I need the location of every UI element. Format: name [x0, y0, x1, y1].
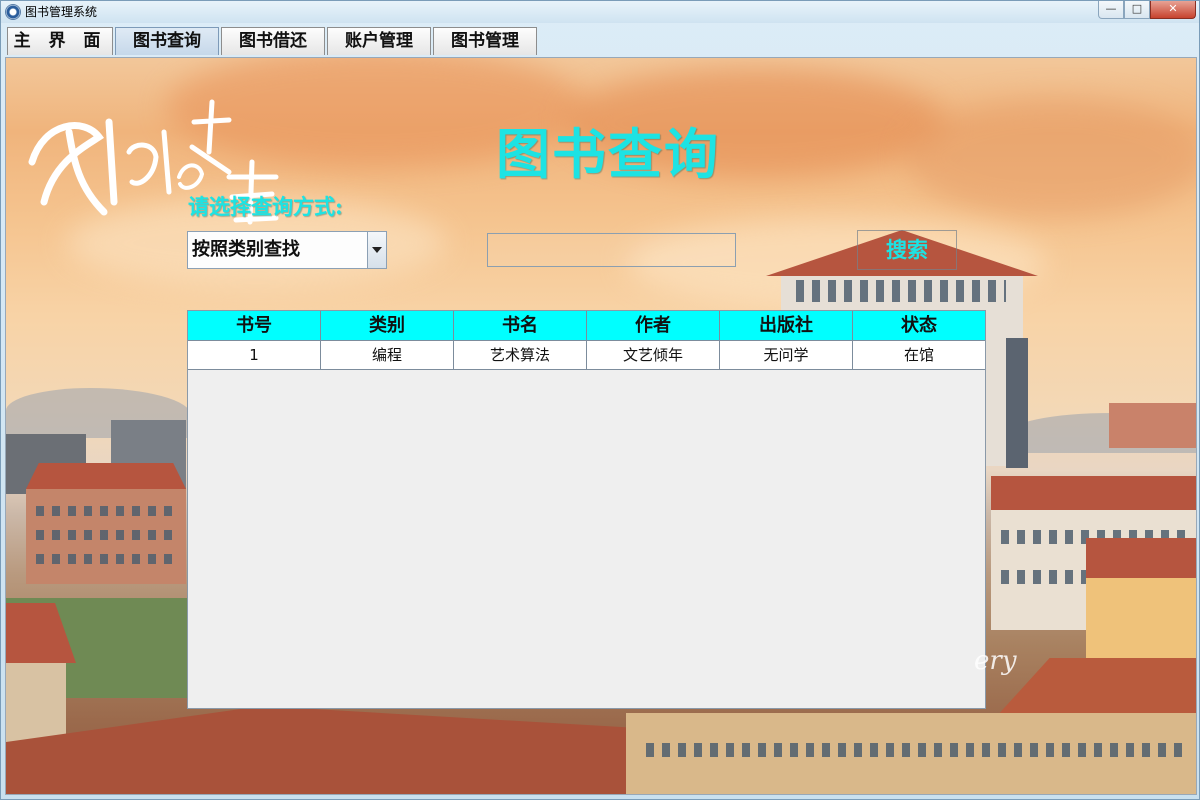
- maximize-button[interactable]: □: [1124, 1, 1150, 19]
- minimize-button[interactable]: —: [1098, 1, 1124, 19]
- tab-account-management[interactable]: 账户管理: [327, 27, 431, 55]
- app-window: 图书管理系统 — □ ✕ 主 界 面 图书查询 图书借还 账户管理 图书管理 图…: [0, 0, 1200, 800]
- query-mode-select[interactable]: 按照类别查找: [187, 231, 387, 269]
- cell-book-id[interactable]: 1: [188, 341, 321, 370]
- cell-publisher[interactable]: 无问学: [720, 341, 853, 370]
- page-title: 图书查询: [496, 122, 720, 186]
- tab-book-borrow-return[interactable]: 图书借还: [221, 27, 325, 55]
- query-mode-label: 请选择查询方式:: [188, 194, 343, 219]
- cell-status[interactable]: 在馆: [853, 341, 985, 370]
- column-header-author[interactable]: 作者: [587, 311, 720, 341]
- chevron-down-icon[interactable]: [367, 232, 386, 268]
- search-button[interactable]: 搜索: [857, 230, 957, 270]
- window-title: 图书管理系统: [25, 5, 98, 19]
- column-header-publisher[interactable]: 出版社: [720, 311, 853, 341]
- tab-book-management[interactable]: 图书管理: [433, 27, 537, 55]
- title-bar[interactable]: 图书管理系统 — □ ✕: [1, 1, 1199, 23]
- search-input[interactable]: [487, 233, 736, 267]
- tab-home[interactable]: 主 界 面: [7, 27, 113, 55]
- cell-author[interactable]: 文艺倾年: [587, 341, 720, 370]
- results-table: 书号 类别 书名 作者 出版社 状态 1 编程 艺术算法 文艺倾年 无问学 在馆: [187, 310, 986, 709]
- query-mode-value: 按照类别查找: [192, 239, 300, 260]
- query-panel: 图书查询 请选择查询方式: 按照类别查找 搜索 书号 类别 书名 作者 出版社 …: [5, 57, 1197, 795]
- column-header-title[interactable]: 书名: [454, 311, 587, 341]
- column-header-category[interactable]: 类别: [321, 311, 454, 341]
- signature-decoration: ery: [974, 646, 1017, 676]
- close-button[interactable]: ✕: [1150, 1, 1196, 19]
- app-logo-icon: [5, 4, 21, 20]
- column-header-status[interactable]: 状态: [853, 311, 985, 341]
- tab-bar: 主 界 面 图书查询 图书借还 账户管理 图书管理: [5, 25, 1197, 55]
- cell-title[interactable]: 艺术算法: [454, 341, 587, 370]
- cell-category[interactable]: 编程: [321, 341, 454, 370]
- table-header-row: 书号 类别 书名 作者 出版社 状态: [188, 311, 985, 341]
- column-header-book-id[interactable]: 书号: [188, 311, 321, 341]
- tab-book-query[interactable]: 图书查询: [115, 27, 219, 55]
